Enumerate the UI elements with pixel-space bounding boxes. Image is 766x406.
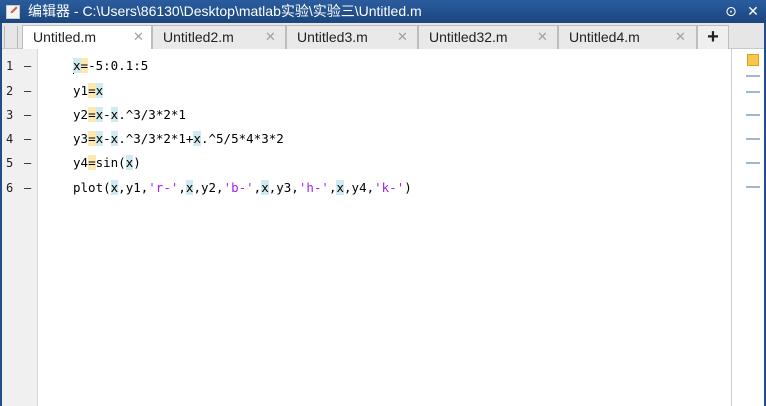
tab-untitled2[interactable]: Untitled2.m ✕ xyxy=(152,25,286,49)
breakpoint-marker[interactable]: – xyxy=(24,59,31,73)
warning-mark[interactable] xyxy=(746,138,760,140)
code-line-1[interactable]: x=-5:0.1:5 xyxy=(73,58,148,73)
breakpoint-marker[interactable]: – xyxy=(24,156,31,170)
window-border xyxy=(0,23,2,406)
code-line-6[interactable]: plot(x,y1,'r-',x,y2,'b-',x,y3,'h-',x,y4,… xyxy=(73,180,412,195)
tab-close-icon[interactable]: ✕ xyxy=(537,29,548,45)
warning-mark[interactable] xyxy=(746,186,760,188)
line-number: 3 xyxy=(6,108,14,122)
warning-indicator-icon[interactable] xyxy=(747,54,759,66)
line-number-gutter: 1 – 2 – 3 – 4 – 5 – 6 – xyxy=(0,49,38,406)
warning-mark[interactable] xyxy=(746,75,760,77)
right-margin-line xyxy=(731,49,732,406)
breakpoint-marker[interactable]: – xyxy=(24,132,31,146)
code-line-4[interactable]: y3=x-x.^3/3*2*1+x.^5/5*4*3*2 xyxy=(73,131,284,146)
tab-label: Untitled4.m xyxy=(569,29,640,45)
breakpoint-marker[interactable]: – xyxy=(24,84,31,98)
tab-close-icon[interactable]: ✕ xyxy=(675,29,686,45)
tab-close-icon[interactable]: ✕ xyxy=(265,29,276,45)
line-number: 4 xyxy=(6,132,14,146)
breakpoint-marker[interactable]: – xyxy=(24,181,31,195)
tab-close-icon[interactable]: ✕ xyxy=(397,29,408,45)
code-analyzer-bar[interactable] xyxy=(742,49,762,406)
tab-label: Untitled2.m xyxy=(163,29,234,45)
tab-untitled4[interactable]: Untitled4.m ✕ xyxy=(558,25,697,49)
warning-mark[interactable] xyxy=(746,114,760,116)
tab-bar-grip[interactable] xyxy=(4,26,18,48)
tab-label: Untitled.m xyxy=(33,29,97,45)
tab-label: Untitled32.m xyxy=(429,29,508,45)
tab-untitled32[interactable]: Untitled32.m ✕ xyxy=(418,25,558,49)
line-number: 1 xyxy=(6,59,14,73)
code-editor[interactable]: 1 – 2 – 3 – 4 – 5 – 6 – x=-5:0.1:5 y1=x … xyxy=(0,49,766,406)
line-number: 6 xyxy=(6,181,14,195)
warning-mark[interactable] xyxy=(746,91,760,93)
line-number: 2 xyxy=(6,84,14,98)
code-line-2[interactable]: y1=x xyxy=(73,83,104,98)
breakpoint-marker[interactable]: – xyxy=(24,108,31,122)
add-tab-button[interactable]: + xyxy=(697,25,729,49)
tab-label: Untitled3.m xyxy=(297,29,368,45)
tab-untitled[interactable]: Untitled.m ✕ xyxy=(22,25,152,50)
warning-mark[interactable] xyxy=(746,162,760,164)
code-line-5[interactable]: y4=sin(x) xyxy=(73,155,141,170)
document-tab-bar: Untitled.m ✕ Untitled2.m ✕ Untitled3.m ✕… xyxy=(0,23,766,50)
code-line-3[interactable]: y2=x-x.^3/3*2*1 xyxy=(73,107,186,122)
tab-untitled3[interactable]: Untitled3.m ✕ xyxy=(286,25,418,49)
line-number: 5 xyxy=(6,156,14,170)
editor-title-bar: 编辑器 - C:\Users\86130\Desktop\matlab实验\实验… xyxy=(0,0,766,23)
close-icon[interactable]: ✕ xyxy=(744,0,762,23)
editor-icon xyxy=(6,4,20,19)
window-options-icon[interactable]: ⊙ xyxy=(722,0,740,23)
tab-close-icon[interactable]: ✕ xyxy=(133,29,144,45)
window-title: 编辑器 - C:\Users\86130\Desktop\matlab实验\实验… xyxy=(28,3,422,19)
